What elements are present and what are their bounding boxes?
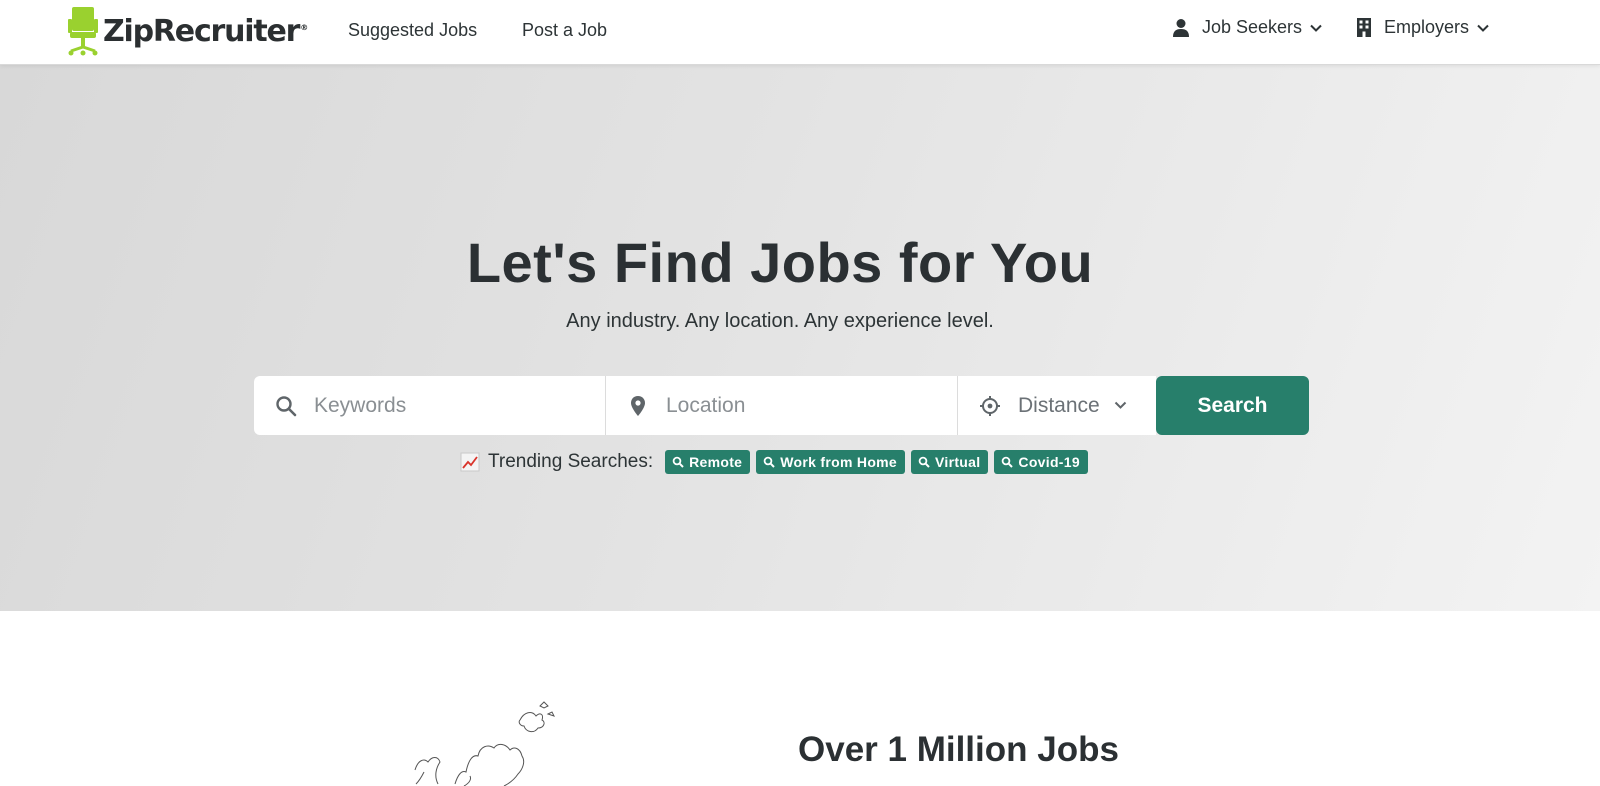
- search-icon: [918, 456, 930, 468]
- distance-label: Distance: [1018, 393, 1100, 417]
- job-search-form: Distance Search: [254, 376, 1309, 435]
- chevron-down-icon: [1310, 24, 1322, 32]
- trending-label: Trending Searches:: [488, 451, 654, 472]
- search-icon: [763, 456, 775, 468]
- job-seekers-label: Job Seekers: [1202, 17, 1303, 37]
- search-icon: [276, 395, 297, 416]
- distance-select[interactable]: Distance: [958, 376, 1156, 435]
- hero-title: Let's Find Jobs for You: [466, 231, 1094, 294]
- crosshair-icon: [980, 395, 1000, 416]
- brand-name: ZipRecruiter®: [103, 13, 308, 49]
- search-button[interactable]: Search: [1156, 376, 1309, 435]
- map-pin-icon: [631, 395, 645, 416]
- nav-suggested-jobs[interactable]: Suggested Jobs: [348, 20, 477, 41]
- person-icon: [1173, 18, 1189, 37]
- chair-logo-icon: [68, 7, 98, 56]
- location-input[interactable]: [666, 385, 906, 426]
- hero-subtitle: Any industry. Any location. Any experien…: [566, 310, 994, 332]
- trending-chart-icon: [460, 452, 480, 472]
- section-title: Over 1 Million Jobs: [798, 730, 1119, 769]
- chevron-down-icon: [1477, 24, 1489, 32]
- nav-post-a-job[interactable]: Post a Job: [522, 20, 607, 41]
- search-icon: [1002, 456, 1014, 468]
- employers-label: Employers: [1384, 17, 1470, 37]
- job-seekers-menu[interactable]: Job Seekers: [1172, 17, 1322, 38]
- trending-tag-virtual[interactable]: Virtual: [911, 450, 989, 474]
- site-header: ZipRecruiter® Suggested Jobs Post a Job …: [0, 0, 1600, 65]
- keywords-input[interactable]: [314, 385, 554, 426]
- keywords-field: [254, 376, 606, 435]
- building-icon: [1357, 18, 1371, 37]
- search-icon: [672, 456, 684, 468]
- trending-searches: Trending Searches: Remote Work from Home…: [460, 449, 1088, 475]
- chevron-down-icon: [1114, 401, 1126, 409]
- trending-tag-work-from-home[interactable]: Work from Home: [756, 450, 905, 474]
- trending-tag-covid-19[interactable]: Covid-19: [994, 450, 1088, 474]
- employers-menu[interactable]: Employers: [1356, 17, 1489, 38]
- world-map-outline: [414, 701, 555, 786]
- hero-section: Let's Find Jobs for You Any industry. An…: [0, 65, 1600, 611]
- location-field: [606, 376, 958, 435]
- ziprecruiter-logo[interactable]: ZipRecruiter®: [66, 5, 308, 57]
- trending-tag-remote[interactable]: Remote: [665, 450, 751, 474]
